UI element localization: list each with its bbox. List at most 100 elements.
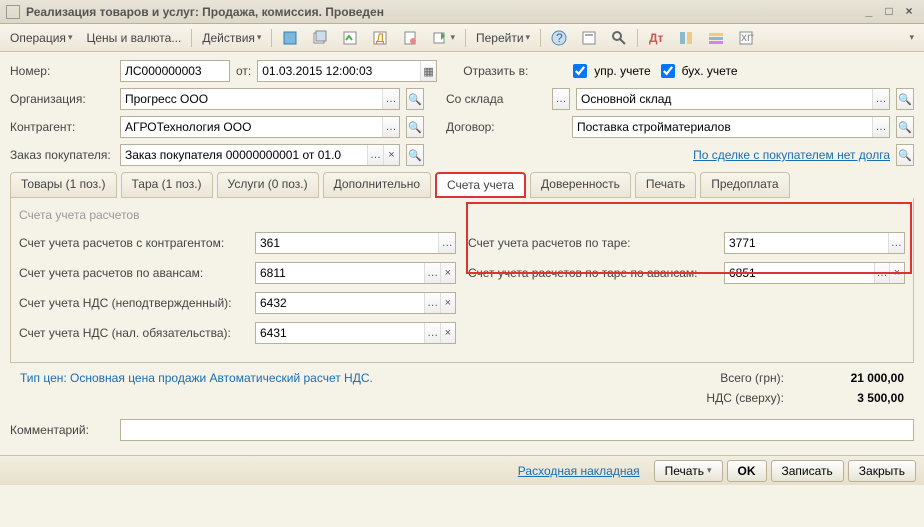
contract-input[interactable]: … — [572, 116, 890, 138]
toolbar: Операция▾ Цены и валюта... Действия▾ Д ▾… — [0, 24, 924, 52]
print-button[interactable]: Печать▾ — [654, 460, 723, 482]
tool-icon-12[interactable]: xml — [732, 28, 760, 48]
order-search-icon[interactable]: 🔍 — [406, 144, 424, 166]
tool-icon-11[interactable] — [702, 28, 730, 48]
debt-link[interactable]: По сделке с покупателем нет долга — [693, 148, 890, 162]
number-label: Номер: — [10, 64, 114, 78]
form-body: Номер: от: ▦ Отразить в: упр. учете бух.… — [0, 52, 924, 455]
number-input[interactable] — [120, 60, 230, 82]
tab-accounts[interactable]: Счета учета — [435, 172, 526, 198]
order-input[interactable]: … × — [120, 144, 400, 166]
total-value: 21 000,00 — [814, 371, 904, 385]
tab-tare[interactable]: Тара (1 поз.) — [121, 172, 213, 198]
acct2-input[interactable]: …× — [255, 262, 456, 284]
minimize-button[interactable]: _ — [860, 4, 878, 20]
tab-goods[interactable]: Товары (1 поз.) — [10, 172, 117, 198]
warehouse-ellipsis[interactable]: … — [552, 88, 570, 110]
acct4-label: Счет учета НДС (нал. обязательства): — [19, 326, 249, 340]
tab-services[interactable]: Услуги (0 поз.) — [217, 172, 319, 198]
ellipsis-icon[interactable]: … — [424, 293, 439, 313]
comment-input[interactable] — [120, 419, 914, 441]
acct2-label: Счет учета расчетов по авансам: — [19, 266, 249, 280]
window-title: Реализация товаров и услуг: Продажа, ком… — [26, 5, 858, 19]
tool-icon-6[interactable]: ▾ — [426, 28, 461, 48]
tab-prepay[interactable]: Предоплата — [700, 172, 789, 198]
tool-icon-4[interactable]: Д — [366, 28, 394, 48]
ellipsis-icon[interactable]: … — [872, 117, 889, 137]
price-type-info[interactable]: Тип цен: Основная цена продажи Автоматич… — [20, 371, 373, 385]
org-label: Организация: — [10, 92, 114, 106]
group-label: Счета учета расчетов — [19, 208, 905, 222]
tool-icon-5[interactable] — [396, 28, 424, 48]
tool-icon-8[interactable] — [605, 28, 633, 48]
from-label: от: — [236, 64, 251, 78]
tool-icon-9[interactable]: Дт — [642, 28, 670, 48]
ellipsis-icon[interactable]: … — [367, 145, 383, 165]
close-button[interactable]: × — [900, 4, 918, 20]
titlebar: Реализация товаров и услуг: Продажа, ком… — [0, 0, 924, 24]
fin-accounting-checkbox[interactable]: бух. учете — [657, 61, 738, 81]
org-input[interactable]: … — [120, 88, 400, 110]
contr-input[interactable]: … — [120, 116, 400, 138]
invoice-link[interactable]: Расходная накладная — [518, 464, 640, 478]
contract-search-icon[interactable]: 🔍 — [896, 116, 914, 138]
save-button[interactable]: Записать — [771, 460, 844, 482]
ellipsis-icon[interactable]: … — [424, 323, 439, 343]
ellipsis-icon[interactable]: … — [872, 89, 889, 109]
tool-icon-2[interactable] — [306, 28, 334, 48]
org-search-icon[interactable]: 🔍 — [406, 88, 424, 110]
ellipsis-icon[interactable]: … — [424, 263, 439, 283]
acct1-input[interactable]: … — [255, 232, 456, 254]
prices-button[interactable]: Цены и валюта... — [80, 29, 187, 47]
svg-text:?: ? — [556, 31, 563, 45]
debt-search-icon[interactable]: 🔍 — [896, 144, 914, 166]
warehouse-label: Со склада — [446, 92, 546, 106]
acct3-label: Счет учета НДС (неподтвержденный): — [19, 296, 249, 310]
acct6-input[interactable]: …× — [724, 262, 905, 284]
close-button[interactable]: Закрыть — [848, 460, 916, 482]
acct6-label: Счет учета расчетов по таре по авансам: — [468, 266, 718, 280]
ellipsis-icon[interactable]: … — [438, 233, 455, 253]
tab-additional[interactable]: Дополнительно — [323, 172, 431, 198]
maximize-button[interactable]: □ — [880, 4, 898, 20]
warehouse-input[interactable]: … — [576, 88, 890, 110]
svg-text:Дт: Дт — [649, 31, 664, 45]
tool-icon-7[interactable] — [575, 28, 603, 48]
tool-icon-10[interactable] — [672, 28, 700, 48]
clear-icon[interactable]: × — [383, 145, 399, 165]
goto-menu[interactable]: Перейти▾ — [470, 29, 536, 47]
tool-icon-3[interactable] — [336, 28, 364, 48]
ellipsis-icon[interactable]: … — [382, 89, 399, 109]
mgmt-accounting-checkbox[interactable]: упр. учете — [569, 61, 650, 81]
acct5-input[interactable]: … — [724, 232, 905, 254]
ellipsis-icon[interactable]: … — [888, 233, 904, 253]
contr-label: Контрагент: — [10, 120, 114, 134]
help-icon[interactable]: ? — [545, 28, 573, 48]
contr-search-icon[interactable]: 🔍 — [406, 116, 424, 138]
bottom-bar: Расходная накладная Печать▾ OK Записать … — [0, 455, 924, 485]
calendar-icon[interactable]: ▦ — [420, 61, 436, 81]
ellipsis-icon[interactable]: … — [382, 117, 399, 137]
reflect-label: Отразить в: — [463, 64, 563, 78]
accounts-panel: Счета учета расчетов Счет учета расчетов… — [10, 198, 914, 363]
clear-icon[interactable]: × — [889, 263, 904, 283]
contract-label: Договор: — [446, 120, 566, 134]
clear-icon[interactable]: × — [440, 263, 455, 283]
acct1-label: Счет учета расчетов с контрагентом: — [19, 236, 249, 250]
date-input[interactable]: ▦ — [257, 60, 437, 82]
toolbar-overflow[interactable]: ▾ — [903, 30, 920, 45]
ok-button[interactable]: OK — [727, 460, 767, 482]
ellipsis-icon[interactable]: … — [874, 263, 889, 283]
acct4-input[interactable]: …× — [255, 322, 456, 344]
clear-icon[interactable]: × — [440, 323, 455, 343]
tab-proxy[interactable]: Доверенность — [530, 172, 631, 198]
tab-print[interactable]: Печать — [635, 172, 696, 198]
acct3-input[interactable]: …× — [255, 292, 456, 314]
vat-label: НДС (сверху): — [706, 391, 784, 405]
warehouse-search-icon[interactable]: 🔍 — [896, 88, 914, 110]
svg-text:Д: Д — [376, 31, 384, 45]
operation-menu[interactable]: Операция▾ — [4, 29, 78, 47]
tool-icon-1[interactable] — [276, 28, 304, 48]
actions-menu[interactable]: Действия▾ — [196, 29, 267, 47]
clear-icon[interactable]: × — [440, 293, 455, 313]
